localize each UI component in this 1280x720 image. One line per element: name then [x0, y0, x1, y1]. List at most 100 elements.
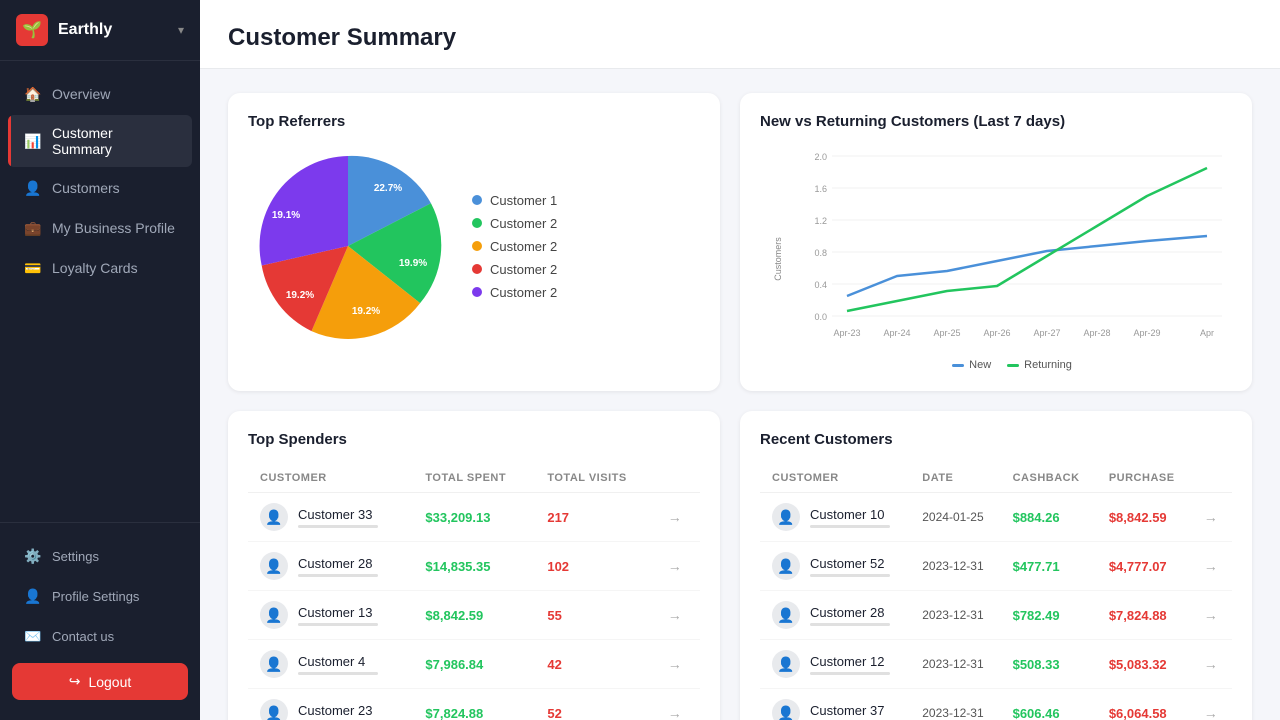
row-arrow[interactable]: → — [668, 558, 682, 574]
line-chart-wrapper: Customers 2.0 1.6 1.2 0.8 0.4 0.0 — [760, 146, 1232, 371]
logout-button[interactable]: ↪ Logout — [12, 663, 188, 700]
svg-text:Apr: Apr — [1200, 328, 1214, 338]
avatar: 👤 — [260, 699, 288, 720]
rc-customer-cell: 👤 Customer 28 — [760, 591, 910, 640]
legend-item-5: Customer 2 — [472, 285, 557, 300]
line-chart-svg: 2.0 1.6 1.2 0.8 0.4 0.0 Apr-23 Apr-24 Ap… — [792, 146, 1232, 346]
sidebar-label-contact-us: Contact us — [52, 629, 114, 644]
spender-customer-cell: 👤 Customer 28 — [248, 542, 413, 591]
top-spenders-card: Top Spenders CUSTOMER TOTAL SPENT TOTAL … — [228, 411, 720, 720]
customer-bar — [810, 672, 890, 675]
rc-col-action — [1192, 464, 1232, 493]
rc-customer-cell: 👤 Customer 10 — [760, 493, 910, 542]
legend-dot-3 — [472, 241, 482, 251]
total-visits: 217 — [535, 493, 655, 542]
table-row: 👤 Customer 33 $33,209.13 217 → — [248, 493, 700, 542]
customer-name: Customer 10 — [810, 507, 890, 522]
avatar: 👤 — [772, 650, 800, 678]
sidebar-item-customer-summary[interactable]: 📊 Customer Summary — [8, 115, 192, 167]
total-spent: $14,835.35 — [413, 542, 535, 591]
row-arrow[interactable]: → — [668, 509, 682, 525]
legend-label-1: Customer 1 — [490, 193, 557, 208]
customer-bar — [298, 525, 378, 528]
sidebar-item-business-profile[interactable]: 💼 My Business Profile — [8, 209, 192, 247]
profile-icon: 👤 — [24, 587, 42, 605]
person-icon: 👤 — [24, 179, 42, 197]
logout-label: Logout — [88, 674, 131, 690]
svg-text:0.0: 0.0 — [814, 312, 827, 322]
rc-date: 2023-12-31 — [910, 640, 1000, 689]
customer-name: Customer 12 — [810, 654, 890, 669]
legend-returning: Returning — [1007, 359, 1072, 371]
rc-cashback: $477.71 — [1001, 542, 1097, 591]
avatar: 👤 — [260, 601, 288, 629]
customer-name: Customer 23 — [298, 703, 378, 718]
mail-icon: ✉️ — [24, 627, 42, 645]
col-total-visits: TOTAL VISITS — [535, 464, 655, 493]
sidebar-item-settings[interactable]: ⚙️ Settings — [8, 537, 192, 575]
total-spent: $33,209.13 — [413, 493, 535, 542]
total-spent: $8,842.59 — [413, 591, 535, 640]
top-spenders-table: CUSTOMER TOTAL SPENT TOTAL VISITS 👤 Cust… — [248, 464, 700, 720]
customer-name: Customer 28 — [810, 605, 890, 620]
legend-item-3: Customer 2 — [472, 239, 557, 254]
table-row: 👤 Customer 28 $14,835.35 102 → — [248, 542, 700, 591]
chart-legend: New Returning — [792, 359, 1232, 371]
recent-customers-title: Recent Customers — [760, 431, 1232, 448]
rc-cashback: $508.33 — [1001, 640, 1097, 689]
sidebar-label-loyalty-cards: Loyalty Cards — [52, 260, 138, 276]
svg-text:2.0: 2.0 — [814, 152, 827, 162]
pie-section: 22.7% 19.9% 19.2% 19.2% 19.1% Customer 1 — [248, 146, 700, 346]
svg-text:19.9%: 19.9% — [399, 258, 427, 269]
sidebar-item-overview[interactable]: 🏠 Overview — [8, 75, 192, 113]
sidebar-label-business-profile: My Business Profile — [52, 220, 175, 236]
rc-date: 2023-12-31 — [910, 689, 1000, 720]
customer-bar — [810, 574, 890, 577]
customer-bar — [298, 574, 378, 577]
sidebar-item-customers[interactable]: 👤 Customers — [8, 169, 192, 207]
customer-name: Customer 13 — [298, 605, 378, 620]
briefcase-icon: 💼 — [24, 219, 42, 237]
sidebar-item-loyalty-cards[interactable]: 💳 Loyalty Cards — [8, 249, 192, 287]
row-arrow[interactable]: → — [1204, 558, 1218, 574]
col-action-header — [656, 464, 700, 493]
rc-purchase: $5,083.32 — [1097, 640, 1192, 689]
sidebar-item-profile-settings[interactable]: 👤 Profile Settings — [8, 577, 192, 615]
row-arrow[interactable]: → — [668, 607, 682, 623]
svg-text:Apr-29: Apr-29 — [1133, 328, 1160, 338]
customer-bar — [810, 623, 890, 626]
line-chart-card: New vs Returning Customers (Last 7 days)… — [740, 93, 1252, 391]
row-arrow[interactable]: → — [668, 656, 682, 672]
svg-text:Apr-26: Apr-26 — [983, 328, 1010, 338]
customer-name: Customer 52 — [810, 556, 890, 571]
sidebar-label-overview: Overview — [52, 86, 110, 102]
legend-label-3: Customer 2 — [490, 239, 557, 254]
row-arrow[interactable]: → — [1204, 607, 1218, 623]
row-arrow[interactable]: → — [668, 705, 682, 720]
top-spenders-title: Top Spenders — [248, 431, 700, 448]
rc-customer-cell: 👤 Customer 37 — [760, 689, 910, 720]
svg-text:Apr-24: Apr-24 — [883, 328, 910, 338]
svg-text:22.7%: 22.7% — [374, 183, 402, 194]
row-arrow[interactable]: → — [1204, 509, 1218, 525]
svg-text:Apr-25: Apr-25 — [933, 328, 960, 338]
sidebar-logo[interactable]: 🌱 Earthly ▾ — [0, 0, 200, 61]
svg-text:Apr-28: Apr-28 — [1083, 328, 1110, 338]
rc-customer-cell: 👤 Customer 52 — [760, 542, 910, 591]
sidebar-item-contact-us[interactable]: ✉️ Contact us — [8, 617, 192, 655]
rc-cashback: $884.26 — [1001, 493, 1097, 542]
pie-legend: Customer 1 Customer 2 Customer 2 Custome… — [472, 193, 557, 300]
main-content: Customer Summary Top Referrers — [200, 0, 1280, 720]
total-visits: 102 — [535, 542, 655, 591]
svg-text:19.2%: 19.2% — [352, 306, 380, 317]
pie-chart: 22.7% 19.9% 19.2% 19.2% 19.1% — [248, 146, 448, 346]
avatar: 👤 — [260, 650, 288, 678]
svg-text:19.2%: 19.2% — [286, 290, 314, 301]
page-title: Customer Summary — [228, 24, 1252, 52]
row-arrow[interactable]: → — [1204, 656, 1218, 672]
customer-bar — [298, 672, 378, 675]
legend-label-2: Customer 2 — [490, 216, 557, 231]
page-header: Customer Summary — [200, 0, 1280, 69]
row-arrow[interactable]: → — [1204, 705, 1218, 720]
rc-date: 2023-12-31 — [910, 542, 1000, 591]
